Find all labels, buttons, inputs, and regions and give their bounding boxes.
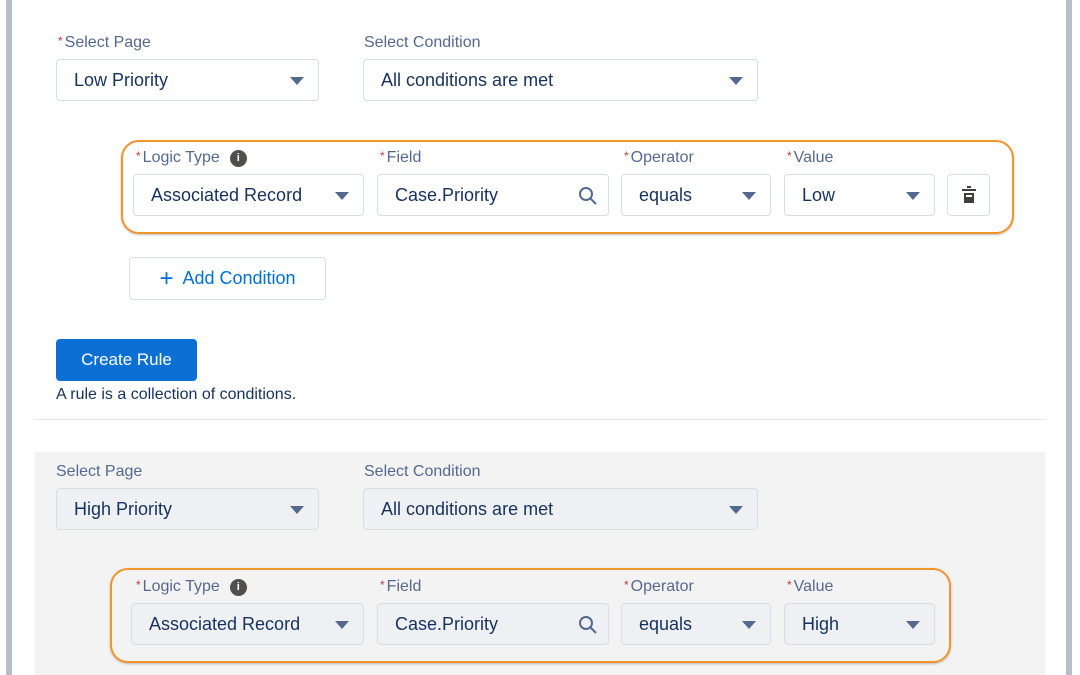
dropdown-value: All conditions are met	[381, 69, 554, 90]
field-lookup-input[interactable]: Case.Priority	[377, 603, 609, 645]
dropdown-value: Low Priority	[74, 69, 169, 90]
chevron-down-icon	[729, 77, 743, 85]
required-marker: *	[136, 149, 141, 163]
chevron-down-icon	[290, 506, 304, 514]
required-marker: *	[624, 578, 629, 592]
select-condition-label: Select Condition	[364, 34, 481, 51]
label-text: Value	[793, 578, 834, 595]
operator-dropdown[interactable]: equals	[621, 603, 771, 645]
value-dropdown[interactable]: High	[784, 603, 935, 645]
window-right-edge	[1066, 0, 1072, 675]
select-condition-label: Select Condition	[364, 463, 481, 480]
dropdown-value: equals	[639, 184, 693, 205]
operator-label: * Operator	[624, 149, 694, 167]
label-text: Value	[793, 149, 834, 166]
window-left-edge	[6, 0, 12, 675]
select-condition-dropdown[interactable]: All conditions are met	[363, 488, 758, 530]
search-icon[interactable]	[578, 615, 598, 635]
chevron-down-icon	[906, 192, 920, 200]
label-text: Select Page	[64, 34, 151, 51]
field-lookup-input[interactable]: Case.Priority	[377, 174, 609, 216]
select-condition-dropdown[interactable]: All conditions are met	[363, 59, 758, 101]
select-page-label: Select Page	[56, 463, 143, 480]
chevron-down-icon	[335, 621, 349, 629]
label-text: Operator	[630, 578, 694, 595]
dropdown-value: High Priority	[74, 498, 173, 519]
operator-dropdown[interactable]: equals	[621, 174, 771, 216]
label-text: Operator	[630, 149, 694, 166]
required-marker: *	[136, 578, 141, 592]
add-condition-button[interactable]: + Add Condition	[129, 257, 326, 300]
select-page-dropdown[interactable]: High Priority	[56, 488, 319, 530]
button-label: Add Condition	[182, 268, 296, 288]
info-icon[interactable]: i	[229, 150, 247, 167]
field-label: * Field	[380, 578, 421, 596]
chevron-down-icon	[906, 621, 920, 629]
delete-condition-button[interactable]	[947, 174, 990, 216]
logic-type-dropdown[interactable]: Associated Record	[133, 174, 364, 216]
dropdown-value: Associated Record	[149, 613, 301, 634]
label-text: Field	[386, 149, 422, 166]
info-icon[interactable]: i	[229, 579, 247, 596]
input-value: Case.Priority	[395, 613, 499, 634]
trash-icon	[961, 186, 976, 203]
logic-type-dropdown[interactable]: Associated Record	[131, 603, 364, 645]
operator-label: * Operator	[624, 578, 694, 596]
required-marker: *	[58, 34, 63, 48]
rule-help-text: A rule is a collection of conditions.	[56, 386, 297, 403]
dropdown-value: High	[802, 613, 840, 634]
value-label: * Value	[787, 149, 833, 167]
value-label: * Value	[787, 578, 833, 596]
search-icon[interactable]	[578, 186, 598, 206]
chevron-down-icon	[742, 621, 756, 629]
label-text: Field	[386, 578, 422, 595]
dropdown-value: All conditions are met	[381, 498, 554, 519]
required-marker: *	[624, 149, 629, 163]
dropdown-value: equals	[639, 613, 693, 634]
logic-type-label: * Logic Type i	[136, 149, 247, 167]
input-value: Case.Priority	[395, 184, 499, 205]
chevron-down-icon	[729, 506, 743, 514]
field-label: * Field	[380, 149, 421, 167]
label-text: Logic Type	[142, 578, 220, 595]
required-marker: *	[787, 149, 792, 163]
value-dropdown[interactable]: Low	[784, 174, 935, 216]
logic-type-label: * Logic Type i	[136, 578, 247, 596]
chevron-down-icon	[335, 192, 349, 200]
dropdown-value: Associated Record	[151, 184, 303, 205]
required-marker: *	[380, 149, 385, 163]
required-marker: *	[380, 578, 385, 592]
select-page-dropdown[interactable]: Low Priority	[56, 59, 319, 101]
select-page-label: * Select Page	[58, 34, 151, 52]
create-rule-button[interactable]: Create Rule	[56, 339, 197, 381]
plus-icon: +	[159, 264, 174, 292]
chevron-down-icon	[290, 77, 304, 85]
dropdown-value: Low	[802, 184, 836, 205]
required-marker: *	[787, 578, 792, 592]
chevron-down-icon	[742, 192, 756, 200]
label-text: Logic Type	[142, 149, 220, 166]
divider	[35, 419, 1045, 420]
